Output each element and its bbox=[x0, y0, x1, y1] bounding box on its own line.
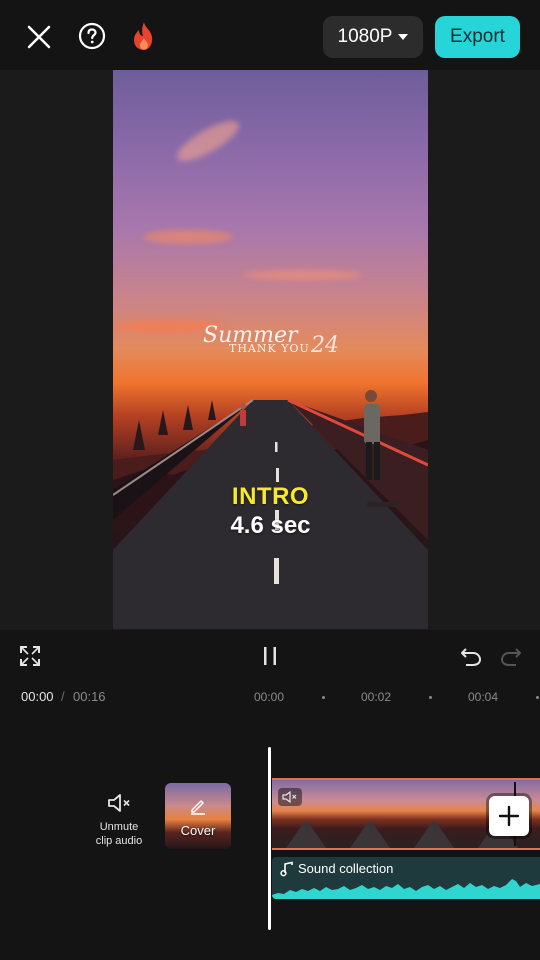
svg-text:THANK YOU: THANK YOU bbox=[229, 342, 310, 355]
close-button[interactable] bbox=[20, 18, 58, 56]
video-preview[interactable]: Summer THANK YOU 24 INTRO 4.6 sec bbox=[113, 70, 428, 629]
ruler-dot bbox=[322, 696, 325, 699]
clip-frame bbox=[336, 780, 400, 848]
unmute-label-line1: Unmute bbox=[99, 821, 139, 833]
clip-frame bbox=[400, 780, 464, 848]
cover-label: Cover bbox=[180, 823, 216, 838]
export-button[interactable]: Export bbox=[435, 16, 520, 58]
ruler-dot bbox=[536, 696, 539, 699]
trending-button[interactable] bbox=[126, 16, 162, 56]
fullscreen-button[interactable] bbox=[18, 644, 42, 668]
unmute-label-line2: clip audio bbox=[95, 835, 143, 847]
redo-icon bbox=[500, 648, 521, 666]
audio-track-label: Sound collection bbox=[298, 861, 394, 876]
edit-pencil-icon bbox=[191, 800, 205, 815]
resolution-selector[interactable]: 1080P bbox=[323, 16, 423, 58]
help-button[interactable] bbox=[74, 18, 110, 54]
time-ruler: 00:00 / 00:16 00:00 00:02 00:04 bbox=[0, 682, 540, 712]
audio-waveform bbox=[272, 879, 540, 899]
speaker-muted-icon bbox=[282, 791, 297, 803]
svg-text:24: 24 bbox=[310, 333, 339, 358]
audio-track[interactable]: Sound collection bbox=[272, 857, 540, 899]
pause-icon bbox=[264, 647, 276, 665]
undo-icon bbox=[461, 648, 482, 666]
playback-controls bbox=[0, 630, 540, 682]
time-separator: / bbox=[61, 689, 65, 704]
intro-label: INTRO bbox=[231, 483, 310, 510]
skater-figure-far bbox=[240, 403, 246, 426]
fullscreen-icon bbox=[20, 646, 40, 666]
current-time: 00:00 bbox=[21, 689, 54, 704]
total-time: 00:16 bbox=[73, 689, 106, 704]
plus-icon bbox=[498, 805, 520, 827]
unmute-clip-audio-button[interactable]: Unmute clip audio bbox=[88, 792, 150, 848]
resolution-label: 1080P bbox=[337, 26, 393, 47]
top-bar: 1080P Export bbox=[0, 0, 540, 70]
close-icon bbox=[27, 25, 51, 49]
help-icon bbox=[78, 22, 106, 50]
undo-button[interactable] bbox=[459, 644, 483, 668]
playhead[interactable] bbox=[268, 747, 271, 930]
pause-button[interactable] bbox=[258, 644, 282, 668]
clip-mute-badge bbox=[278, 788, 302, 806]
clip-frame bbox=[528, 780, 540, 848]
redo-button[interactable] bbox=[499, 644, 523, 668]
add-clip-button[interactable] bbox=[489, 796, 529, 836]
ruler-dot bbox=[429, 696, 432, 699]
caret-down-icon bbox=[398, 34, 409, 40]
summer-watermark: Summer THANK YOU 24 bbox=[203, 323, 339, 358]
ruler-tick: 00:00 bbox=[254, 690, 285, 704]
cover-button[interactable]: Cover bbox=[165, 783, 231, 849]
ruler-tick: 00:02 bbox=[361, 690, 392, 704]
ruler-tick: 00:04 bbox=[468, 690, 499, 704]
fire-icon bbox=[134, 22, 153, 50]
duration-label: 4.6 sec bbox=[230, 512, 311, 539]
speaker-muted-icon bbox=[108, 794, 130, 812]
